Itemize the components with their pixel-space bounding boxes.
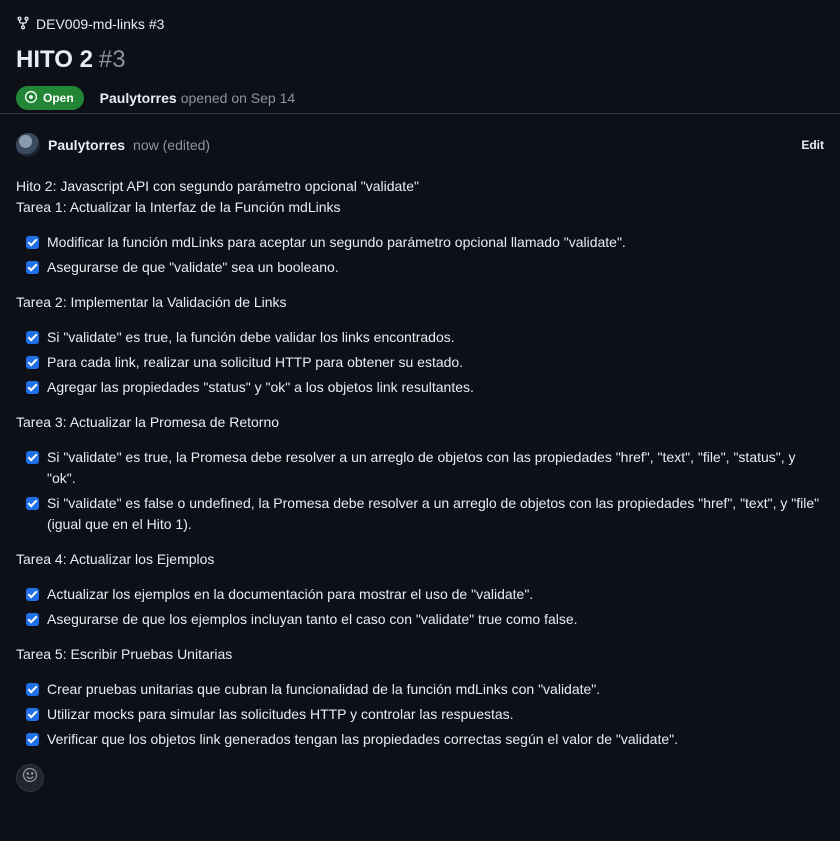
comment-body: Hito 2: Javascript API con segundo parám… [16,176,824,792]
task-checkbox[interactable] [26,708,39,721]
task-checkbox[interactable] [26,236,39,249]
intro-line: Hito 2: Javascript API con segundo parám… [16,178,419,194]
task-list: Modificar la función mdLinks para acepta… [16,232,824,278]
comment-author[interactable]: Paulytorres [48,137,125,153]
task-checkbox[interactable] [26,613,39,626]
issue-meta: Open Paulytorres opened on Sep 14 [16,86,824,110]
issue-number: #3 [98,46,126,73]
task-item: Si "validate" es true, la función debe v… [24,327,824,348]
page-title: HITO 2 #3 [16,44,824,76]
task-item: Asegurarse de que "validate" sea un bool… [24,257,824,278]
task-text: Actualizar los ejemplos en la documentac… [47,586,534,602]
task-text: Modificar la función mdLinks para acepta… [47,234,626,250]
issue-title: HITO 2 [16,46,93,73]
task-item: Agregar las propiedades "status" y "ok" … [24,377,824,398]
task-item: Crear pruebas unitarias que cubran la fu… [24,679,824,700]
issue-author[interactable]: Paulytorres [100,90,177,106]
task-text: Para cada link, realizar una solicitud H… [47,354,464,370]
issue-comment: Paulytorres now (edited) Edit Hito 2: Ja… [0,114,840,792]
status-label: Open [43,91,74,105]
task-text: Asegurarse de que los ejemplos incluyan … [47,611,578,627]
task-checkbox[interactable] [26,733,39,746]
repo-link-text[interactable]: DEV009-md-links #3 [36,16,164,32]
task-item: Para cada link, realizar una solicitud H… [24,352,824,373]
task-checkbox[interactable] [26,683,39,696]
avatar[interactable] [16,133,40,157]
section-title: Tarea 2: Implementar la Validación de Li… [16,294,287,310]
task-checkbox[interactable] [26,381,39,394]
section-title: Tarea 4: Actualizar los Ejemplos [16,551,215,567]
add-reaction-button[interactable] [16,764,44,792]
task-text: Utilizar mocks para simular las solicitu… [47,706,514,722]
task-sections: Modificar la función mdLinks para acepta… [16,232,824,750]
task-checkbox[interactable] [26,497,39,510]
task-checkbox[interactable] [26,261,39,274]
task-list: Si "validate" es true, la Promesa debe r… [16,447,824,535]
status-badge: Open [16,86,84,110]
edit-button[interactable]: Edit [801,138,824,152]
task-item: Utilizar mocks para simular las solicitu… [24,704,824,725]
task-text: Si "validate" es true, la función debe v… [47,329,455,345]
issue-header: DEV009-md-links #3 HITO 2 #3 Open Paulyto… [0,0,840,114]
comment-header: Paulytorres now (edited) Edit [16,114,824,176]
task-list: Crear pruebas unitarias que cubran la fu… [16,679,824,750]
task-item: Verificar que los objetos link generados… [24,729,824,750]
section-title: Tarea 5: Escribir Pruebas Unitarias [16,646,233,662]
smiley-icon [22,767,38,789]
task-item: Actualizar los ejemplos en la documentac… [24,584,824,605]
task-checkbox[interactable] [26,451,39,464]
task-item: Si "validate" es true, la Promesa debe r… [24,447,824,489]
open-issue-icon [24,90,38,107]
task-item: Asegurarse de que los ejemplos incluyan … [24,609,824,630]
task-checkbox[interactable] [26,588,39,601]
section-title: Tarea 3: Actualizar la Promesa de Retorn… [16,414,280,430]
task-text: Agregar las propiedades "status" y "ok" … [47,379,474,395]
opened-date: opened on Sep 14 [180,90,296,106]
task-text: Si "validate" es true, la Promesa debe r… [47,449,796,486]
task-checkbox[interactable] [26,331,39,344]
task-item: Si "validate" es false o undefined, la P… [24,493,824,535]
task-text: Crear pruebas unitarias que cubran la fu… [47,681,601,697]
task-list: Actualizar los ejemplos en la documentac… [16,584,824,630]
task-list: Si "validate" es true, la función debe v… [16,327,824,398]
intro-line: Tarea 1: Actualizar la Interfaz de la Fu… [16,199,341,215]
task-checkbox[interactable] [26,356,39,369]
task-text: Si "validate" es false o undefined, la P… [47,495,820,532]
task-text: Verificar que los objetos link generados… [47,731,678,747]
task-text: Asegurarse de que "validate" sea un bool… [47,259,339,275]
task-item: Modificar la función mdLinks para acepta… [24,232,824,253]
comment-time[interactable]: now (edited) [133,137,210,153]
fork-icon [16,16,30,33]
repo-link[interactable]: DEV009-md-links #3 [16,14,824,34]
